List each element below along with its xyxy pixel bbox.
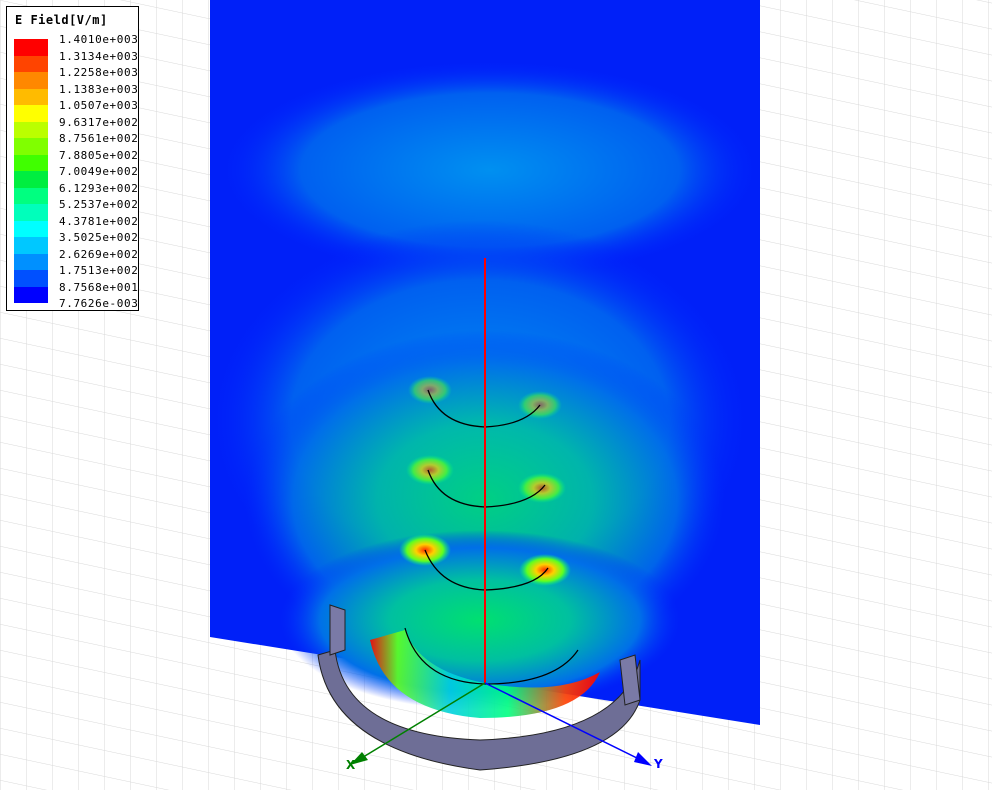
legend-swatch [14, 55, 48, 72]
legend-value-label: 1.2258e+003 [59, 66, 139, 79]
legend-value-label: 1.3134e+003 [59, 49, 139, 63]
legend-color-scale [14, 39, 48, 303]
legend-swatch [14, 286, 48, 303]
legend-value-label: 8.7568e+001 [59, 280, 139, 294]
legend-value-label: 1.0507e+003 [59, 99, 139, 112]
3d-viewport[interactable] [0, 0, 992, 790]
legend-swatch [14, 204, 48, 221]
legend-labels: 1.4010e+003 1.3134e+003 1.2258e+003 1.1383e… [59, 32, 138, 313]
legend-swatch [14, 105, 48, 122]
legend-value-label: 7.7626e-003 [59, 297, 139, 310]
legend-swatch [14, 72, 48, 89]
legend-value-label: 5.2537e+002 [59, 198, 139, 211]
legend-value-label: 4.3781e+002 [59, 214, 139, 228]
legend-swatch [14, 253, 48, 270]
legend-value-label: 2.6269e+002 [59, 247, 139, 261]
y-axis-label: Y [654, 757, 663, 771]
legend-value-label: 7.8805e+002 [59, 148, 139, 162]
field-legend: E Field[V/m] 1.4010e+003 1.3134e+003 1.225… [6, 6, 139, 311]
legend-swatch [14, 154, 48, 171]
legend-value-label: 3.5025e+002 [59, 231, 139, 244]
legend-swatch [14, 220, 48, 237]
legend-swatch [14, 171, 48, 188]
legend-value-label: 1.7513e+002 [59, 264, 139, 277]
legend-swatch [14, 88, 48, 105]
x-axis-label: X [346, 758, 356, 772]
legend-swatch [14, 187, 48, 204]
legend-title: E Field[V/m] [15, 13, 108, 27]
legend-value-label: 8.7561e+002 [59, 132, 139, 145]
legend-value-label: 7.0049e+002 [59, 165, 139, 178]
legend-value-label: 1.4010e+003 [59, 33, 139, 46]
legend-swatch [14, 270, 48, 287]
legend-swatch [14, 237, 48, 254]
legend-swatch [14, 121, 48, 138]
legend-value-label: 9.6317e+002 [59, 115, 139, 129]
legend-value-label: 1.1383e+003 [59, 82, 139, 96]
legend-swatch [14, 138, 48, 155]
legend-swatch [14, 39, 48, 56]
legend-value-label: 6.1293e+002 [59, 181, 139, 195]
